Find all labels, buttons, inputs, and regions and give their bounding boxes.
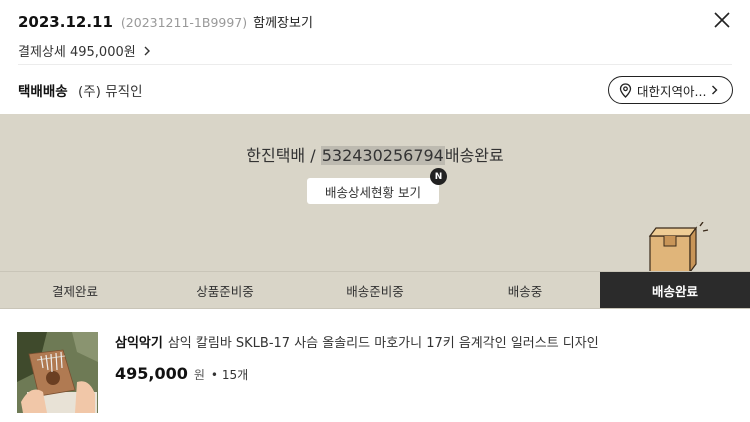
payment-detail-label: 결제상세 495,000원 — [18, 45, 136, 60]
new-badge: N — [430, 168, 447, 185]
product-brand: 삼익악기 — [115, 336, 163, 351]
chevron-right-icon — [712, 85, 718, 95]
product-title[interactable]: 삼익악기 삼익 칼림바 SKLB-17 사슴 올솔리드 마호가니 17키 음계각인… — [115, 332, 599, 351]
location-pin-icon — [619, 82, 632, 98]
carrier-name: 한진택배 / — [246, 146, 316, 165]
shipping-info: 택배배송 (주) 뮤직인 — [18, 80, 143, 100]
currency-label: 원 — [193, 368, 205, 382]
carrier-line: 한진택배 / 532430256794배송완료 — [0, 142, 750, 166]
region-label: 대한지역아... — [637, 83, 707, 99]
shipping-method: 택배배송 — [18, 84, 68, 100]
close-icon — [714, 12, 730, 28]
region-button[interactable]: 대한지역아... — [608, 76, 733, 104]
step-delivered: 배송완료 — [600, 272, 750, 308]
delivered-box-icon — [648, 222, 709, 272]
step-preparing-product: 상품준비중 — [196, 283, 254, 299]
order-title-row: 2023.12.11 (20231211-1B9997) 함께장보기 — [18, 12, 313, 32]
product-price: 495,000 — [115, 364, 188, 383]
together-shopping-label: 함께장보기 — [253, 16, 313, 31]
product-thumbnail[interactable] — [17, 332, 98, 413]
delivery-state: 배송완료 — [444, 146, 504, 165]
header-divider — [18, 64, 732, 65]
product-item[interactable]: 삼익악기 삼익 칼림바 SKLB-17 사슴 올솔리드 마호가니 17키 음계각인… — [0, 322, 750, 422]
product-quantity: • 15개 — [210, 368, 249, 382]
delivery-detail-button[interactable]: 배송상세현황 보기 — [307, 178, 439, 204]
seller-name: (주) 뮤직인 — [77, 84, 143, 100]
payment-detail-link[interactable]: 결제상세 495,000원 — [18, 41, 151, 60]
order-date: 2023.12.11 — [18, 13, 113, 31]
price-row: 495,000 원 • 15개 — [115, 364, 248, 383]
tracking-number[interactable]: 532430256794 — [320, 146, 445, 165]
delivery-status-panel: 한진택배 / 532430256794배송완료 배송상세현황 보기 N — [0, 114, 750, 272]
step-preparing-shipment: 배송준비중 — [346, 283, 404, 299]
kalimba-image — [17, 332, 98, 413]
order-header: 2023.12.11 (20231211-1B9997) 함께장보기 결제상세 … — [0, 0, 750, 64]
chevron-right-icon — [144, 46, 150, 55]
step-in-transit: 배송중 — [507, 283, 543, 299]
close-button[interactable] — [712, 10, 732, 30]
order-number: (20231211-1B9997) — [120, 15, 248, 30]
product-name: 삼익 칼림바 SKLB-17 사슴 올솔리드 마호가니 17키 음계각인 일러스… — [167, 336, 599, 351]
step-payment-complete: 결제완료 — [51, 283, 98, 299]
delivery-steps: 결제완료 상품준비중 배송준비중 배송중 배송완료 — [0, 271, 750, 309]
